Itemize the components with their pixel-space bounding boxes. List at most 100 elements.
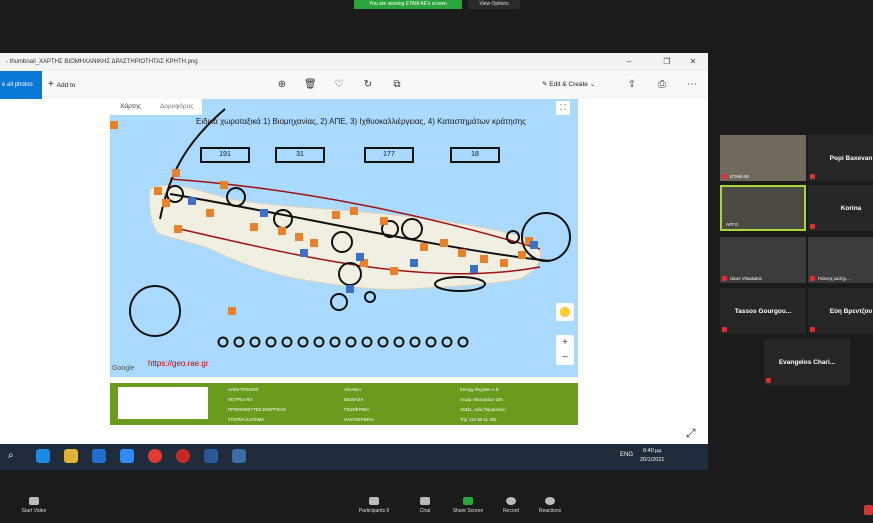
zoom-in-icon[interactable]: + [556, 335, 574, 350]
zoom-out-icon[interactable]: − [556, 350, 574, 365]
reactions-label: Reactions [538, 508, 562, 514]
footer-item: ΑΙΟΛΙΚΑ [344, 387, 362, 392]
participant-name: Popi Baxevan [829, 154, 873, 162]
image-viewer: Χάρτης Δορυφόρος ⛶ Ειδικά χωροταξικά 1) … [0, 99, 708, 444]
count-detention: 18 [450, 147, 500, 163]
participant-tile[interactable]: Evangelos Chari... [764, 339, 850, 385]
window-title: - thumbnail_ΧΑΡΤΗΣ ΒΙΟΜΗΧΑΝΙΚΗΣ ΔΡΑΣΤΗΡΙ… [6, 59, 198, 65]
footer-item: ΠΡΟΜΗΘΕΥΤΕΣ ΕΝΕΡΓΕΙΑΣ [228, 407, 287, 412]
footer-item: Energy Register A.E. [460, 387, 500, 392]
footer-item: ΒΙΟΜΑΖΑ [344, 397, 364, 402]
footer-item: ΣΤΕΡΕΑ ΚΑΥΣΙΜΑ [228, 417, 265, 422]
print-icon[interactable]: ⎙ [656, 79, 668, 91]
crop-icon[interactable]: ⧉ [391, 79, 403, 91]
toolbar: e all photos + Add to ⊕ 🗑 ♡ ↻ ⧉ ✎ Edit &… [0, 71, 708, 99]
see-all-photos-button[interactable]: e all photos [0, 71, 42, 99]
record-button[interactable]: Record [491, 497, 531, 514]
edge-icon[interactable] [36, 449, 50, 463]
expand-icon[interactable]: ⤢ [686, 426, 696, 441]
media-icon[interactable] [176, 449, 190, 463]
geo-rae-link[interactable]: https://geo.rae.gr [148, 359, 208, 368]
map-footer: ΗΛΕΚΤΡΙΣΜΟΣ ΠΕΤΡΕΛΑΙΟ ΠΡΟΜΗΘΕΥΤΕΣ ΕΝΕΡΓΕ… [110, 383, 578, 425]
minimize-icon[interactable]: – [616, 53, 642, 71]
language-indicator[interactable]: ENG [620, 452, 633, 458]
participant-name: Evangelos Chari... [778, 358, 836, 366]
skype-icon[interactable] [92, 449, 106, 463]
count-industry: 191 [200, 147, 250, 163]
map-title: Ειδικά χωροταξικά 1) Βιομηχανίας, 2) ΑΠΕ… [196, 117, 526, 126]
photos-app-icon[interactable] [232, 449, 246, 463]
edit-create-button[interactable]: ✎ Edit & Create ⌄ [542, 71, 595, 99]
record-label: Record [502, 508, 520, 514]
participants-icon [369, 497, 379, 505]
footer-column-2: ΑΙΟΛΙΚΑ ΒΙΟΜΑΖΑ ΓΕΩΘΕΡΜΙΑ ΗΛΙΟΘΕΡΜΙΚΑ [344, 385, 374, 425]
map-zoom-control[interactable]: + − [556, 335, 574, 365]
fullscreen-icon[interactable]: ⛶ [556, 101, 570, 115]
screen-share-banner: You are viewing ETAM AE's screen [354, 0, 462, 9]
footer-column-3: Energy Register A.E. Λεωφ. Μεσογείων 336… [460, 385, 506, 425]
footer-item: ΠΕΤΡΕΛΑΙΟ [228, 397, 253, 402]
map-image: Χάρτης Δορυφόρος ⛶ Ειδικά χωροταξικά 1) … [110, 99, 578, 377]
footer-item: ΗΛΙΟΘΕΡΜΙΚΑ [344, 417, 375, 422]
meeting-controls: Start Video Participants 9 Chat Share Sc… [0, 493, 873, 523]
tab-satellite[interactable]: Δορυφόρος [160, 99, 193, 115]
more-icon[interactable]: ⋯ [686, 79, 698, 91]
end-meeting-button[interactable] [864, 505, 873, 515]
participant-label: nikos Vitsakakis [730, 276, 762, 281]
participant-label: ETAM AE [730, 174, 750, 179]
pegman-icon[interactable]: 🟡 [556, 303, 574, 321]
edit-create-label: Edit & Create [549, 81, 588, 88]
map-type-tabs: Χάρτης Δορυφόρος [110, 99, 202, 115]
file-explorer-icon[interactable] [64, 449, 78, 463]
search-icon[interactable]: ⌕ [8, 450, 14, 461]
start-video-button[interactable]: Start Video [14, 497, 54, 514]
share-screen-icon [463, 497, 473, 505]
close-icon[interactable]: ✕ [680, 53, 706, 71]
participant-label: Γιάννης Δελήγ... [818, 276, 850, 281]
chat-button[interactable]: Chat [405, 497, 445, 514]
rotate-icon[interactable]: ↻ [362, 79, 374, 91]
participant-tile[interactable]: Tassos Gourgou... [720, 288, 806, 334]
reactions-button[interactable]: Reactions [530, 497, 570, 514]
participants-count: 9 [386, 508, 390, 514]
photos-window: - thumbnail_ΧΑΡΤΗΣ ΒΙΟΜΗΧΑΝΙΚΗΣ ΔΡΑΣΤΗΡΙ… [0, 53, 708, 470]
record-icon [506, 497, 516, 505]
participants-label: Participants [358, 508, 385, 514]
chat-icon [420, 497, 430, 505]
zoom-icon[interactable]: ⊕ [276, 79, 288, 91]
footer-item: 15341, Αγία Παρασκευή [460, 407, 506, 412]
share-icon[interactable]: ⇪ [626, 79, 638, 91]
count-res: 31 [275, 147, 325, 163]
delete-icon[interactable]: 🗑 [304, 79, 317, 91]
reactions-icon [545, 497, 555, 505]
add-to-button[interactable]: + Add to [48, 71, 75, 100]
word-icon[interactable] [204, 449, 218, 463]
participant-video[interactable]: Γιάννης Δελήγ... [808, 237, 873, 283]
favorite-icon[interactable]: ♡ [333, 79, 345, 91]
share-screen-button[interactable]: Share Screen [448, 497, 488, 514]
title-bar: - thumbnail_ΧΑΡΤΗΣ ΒΙΟΜΗΧΑΝΙΚΗΣ ΔΡΑΣΤΗΡΙ… [0, 53, 708, 71]
clock-date: 20/1/2021 [640, 457, 665, 463]
clock-time: 6:40 μμ [642, 448, 662, 454]
tab-map[interactable]: Χάρτης [120, 99, 141, 115]
logo-placeholder [118, 387, 208, 419]
plus-icon: + [48, 79, 57, 90]
share-screen-label: Share Screen [452, 508, 484, 514]
participant-label: ΑΡΓΟ [726, 222, 738, 227]
clock[interactable]: 6:40 μμ 20/1/2021 [640, 447, 664, 465]
participant-video[interactable]: ETAM AE [720, 135, 806, 181]
footer-item: ΗΛΕΚΤΡΙΣΜΟΣ [228, 387, 259, 392]
add-to-label: Add to [56, 82, 76, 89]
participant-tile[interactable]: Εύη Βρεντζου [808, 288, 873, 334]
participants-button[interactable]: Participants 9 [354, 497, 394, 514]
participant-tile[interactable]: Korina [808, 185, 873, 231]
zoom-app-icon[interactable] [120, 449, 134, 463]
google-logo: Google [112, 365, 135, 372]
muted-mic-icon [722, 276, 727, 281]
participant-tile[interactable]: Popi Baxevan [808, 135, 873, 181]
restore-icon[interactable]: ❐ [654, 53, 680, 71]
view-options-button[interactable]: View Options [468, 0, 520, 9]
chrome-icon[interactable] [148, 449, 162, 463]
active-speaker-video[interactable]: ΑΡΓΟ [720, 185, 806, 231]
participant-video[interactable]: nikos Vitsakakis [720, 237, 806, 283]
